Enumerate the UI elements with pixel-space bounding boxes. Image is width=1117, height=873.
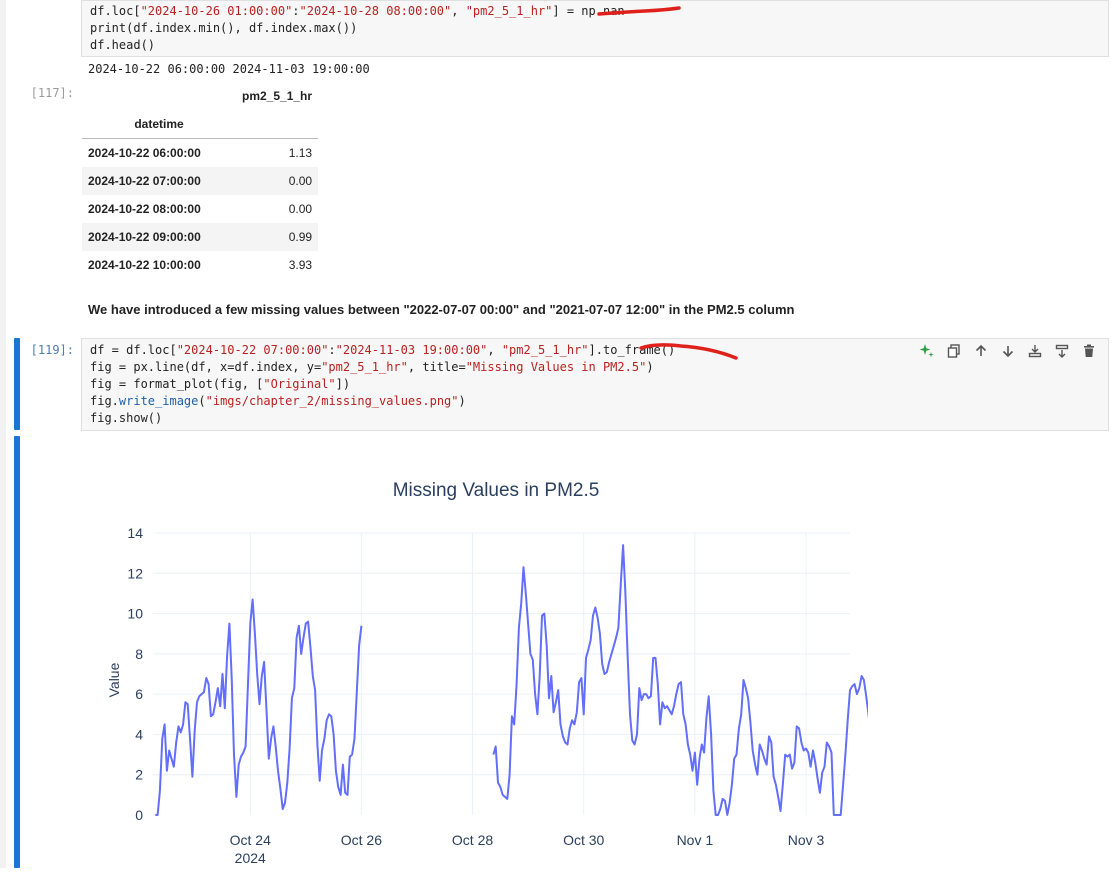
y-tick-label: 12 [127, 565, 143, 581]
input-prompt: [119]: [30, 343, 74, 357]
code-line: df.head() [90, 38, 156, 52]
x-tick-label: Oct 24 [230, 832, 271, 848]
sparkle-icon[interactable] [918, 342, 935, 359]
code-line: fig = format_plot(fig, ["Original"]) [90, 377, 351, 391]
y-tick-label: 4 [135, 726, 143, 742]
x-tick-label: Oct 30 [563, 832, 604, 848]
code-line: fig = px.line(df, x=df.index, y="pm2_5_1… [90, 360, 654, 374]
table-cell-value: 0.00 [288, 174, 313, 188]
x-tick-label: Nov 3 [788, 832, 825, 848]
y-tick-label: 6 [135, 686, 143, 702]
table-row: 2024-10-22 10:00:00 3.93 [82, 251, 318, 279]
table-row: 2024-10-22 06:00:00 1.13 [82, 139, 318, 168]
y-tick-label: 14 [127, 525, 143, 541]
y-tick-label: 2 [135, 767, 143, 783]
plotly-chart[interactable]: Missing Values in PM2.5 Value 0 2 4 6 8 10 12 1… [88, 448, 905, 868]
table-row: 2024-10-22 09:00:00 0.99 [82, 223, 319, 251]
trash-icon[interactable] [1080, 342, 1097, 359]
table-row-index: 2024-10-22 09:00:00 [88, 230, 201, 244]
y-tick-label: 0 [135, 807, 143, 823]
table-corner [82, 82, 236, 110]
red-underline-annotation-2 [639, 343, 738, 360]
y-tick-label: 8 [135, 646, 143, 662]
x-tick-year-label: 2024 [235, 850, 266, 866]
table-cell-value: 0.99 [288, 230, 313, 244]
arrow-down-icon[interactable] [999, 342, 1016, 359]
table-cell-value: 3.93 [288, 258, 313, 272]
active-output-indicator [14, 436, 20, 868]
line-chart: Missing Values in PM2.5 Value 0 2 4 6 8 10 12 1… [106, 480, 905, 866]
insert-below-icon[interactable] [1053, 342, 1070, 359]
table-column-header: pm2_5_1_hr [242, 89, 313, 103]
x-tick-label: Oct 28 [452, 832, 493, 848]
notebook-left-rail [0, 0, 6, 868]
table-row-index: 2024-10-22 08:00:00 [88, 202, 201, 216]
table-row: 2024-10-22 07:00:00 0.00 [82, 167, 319, 195]
table-row-index: 2024-10-22 10:00:00 [88, 258, 201, 272]
cell-toolbar [918, 342, 1097, 359]
y-axis-label: Value [106, 662, 122, 697]
copy-icon[interactable] [945, 342, 962, 359]
markdown-text: We have introduced a few missing values … [88, 302, 795, 317]
insert-above-icon[interactable] [1026, 342, 1043, 359]
x-tick-label: Oct 26 [341, 832, 382, 848]
table-cell-value: 0.00 [288, 202, 313, 216]
code-line: fig.show() [90, 411, 163, 425]
x-tick-label: Nov 1 [677, 832, 714, 848]
arrow-up-icon[interactable] [972, 342, 989, 359]
table-row: 2024-10-22 08:00:00 0.00 [82, 195, 318, 223]
table-index-name: datetime [82, 110, 236, 139]
red-underline-annotation-1 [597, 6, 681, 16]
table-row-index: 2024-10-22 06:00:00 [88, 146, 201, 160]
code-line: print(df.index.min(), df.index.max()) [90, 21, 358, 35]
code-line: fig.write_image("imgs/chapter_2/missing_… [90, 394, 466, 408]
stdout-output: 2024-10-22 06:00:00 2024-11-03 19:00:00 [88, 62, 370, 76]
chart-title: Missing Values in PM2.5 [393, 480, 600, 501]
output-prompt: [117]: [30, 86, 74, 100]
dataframe-output: pm2_5_1_hr datetime 2024-10-22 06:00:00 … [82, 82, 319, 279]
table-row-index: 2024-10-22 07:00:00 [88, 174, 201, 188]
y-tick-label: 10 [127, 606, 143, 622]
table-cell-value: 1.13 [288, 146, 313, 160]
